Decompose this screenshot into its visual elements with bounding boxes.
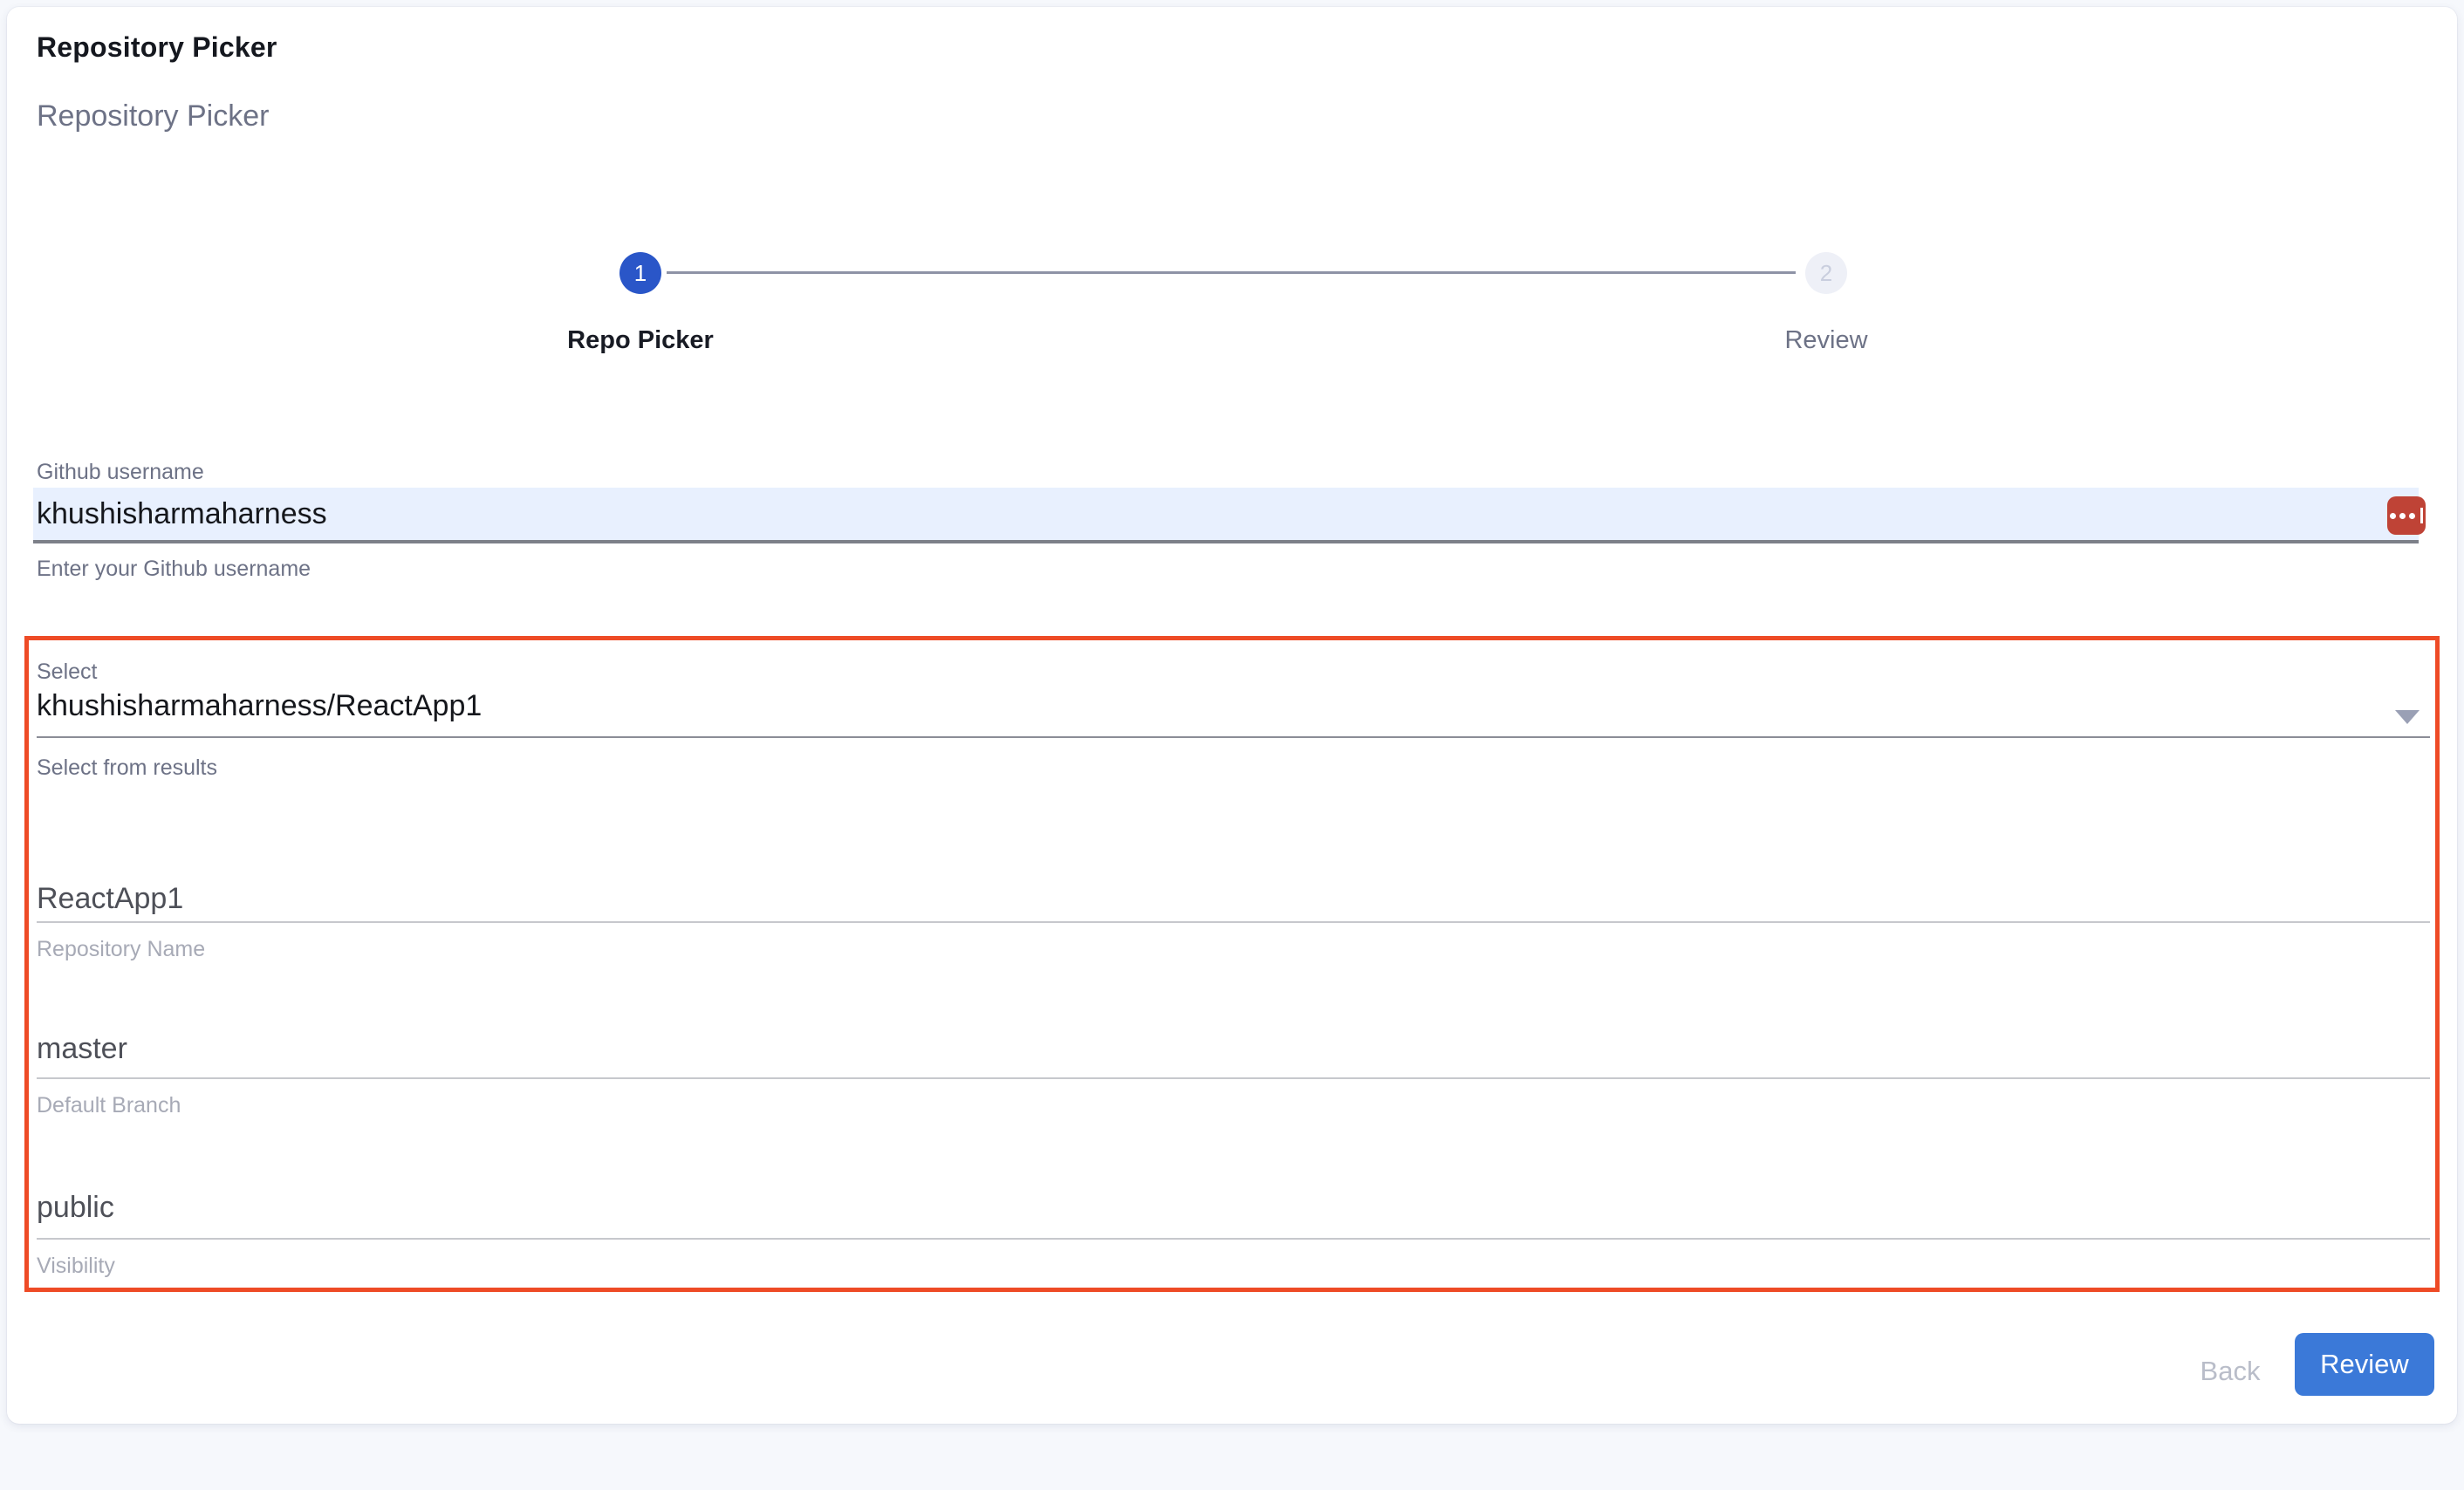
repo-select-value[interactable]: khushisharmaharness/ReactApp1 (37, 689, 482, 723)
back-button[interactable]: Back (2160, 1345, 2300, 1398)
repository-name-label: Repository Name (37, 937, 205, 962)
default-branch-underline (37, 1077, 2430, 1079)
review-button[interactable]: Review (2295, 1333, 2434, 1396)
repo-select-label: Select (37, 660, 97, 685)
repo-details-highlight-box: Select khushisharmaharness/ReactApp1 Sel… (24, 636, 2440, 1292)
password-manager-dot (2409, 513, 2415, 519)
default-branch-label: Default Branch (37, 1093, 181, 1118)
password-manager-dot (2390, 513, 2396, 519)
chevron-down-icon[interactable] (2395, 710, 2420, 724)
step-2-label: Review (1784, 326, 1867, 355)
password-manager-cursor-bar (2420, 508, 2423, 523)
repository-picker-page: { "header": { "title": "Repository Picke… (0, 0, 2464, 1490)
visibility-value[interactable]: public (37, 1191, 114, 1225)
repo-select-underline (37, 736, 2430, 738)
step-1-circle[interactable]: 1 (619, 252, 661, 294)
repository-name-underline (37, 921, 2430, 923)
step-2-circle[interactable]: 2 (1805, 252, 1847, 294)
repo-select-helper: Select from results (37, 755, 217, 781)
stepper-connector-line (667, 271, 1796, 274)
password-manager-dot (2399, 513, 2406, 519)
repository-name-value[interactable]: ReactApp1 (37, 882, 183, 916)
default-branch-value[interactable]: master (37, 1032, 127, 1066)
step-1-label: Repo Picker (567, 326, 714, 355)
github-username-helper: Enter your Github username (37, 557, 311, 582)
visibility-label: Visibility (37, 1254, 115, 1279)
page-title: Repository Picker (37, 31, 277, 64)
password-manager-icon[interactable] (2387, 496, 2426, 535)
repository-picker-card: Repository Picker Repository Picker 1 2 … (7, 7, 2457, 1424)
github-username-input[interactable] (33, 488, 2419, 543)
page-subtitle: Repository Picker (37, 99, 269, 133)
github-username-label: Github username (37, 460, 204, 485)
visibility-underline (37, 1238, 2430, 1240)
